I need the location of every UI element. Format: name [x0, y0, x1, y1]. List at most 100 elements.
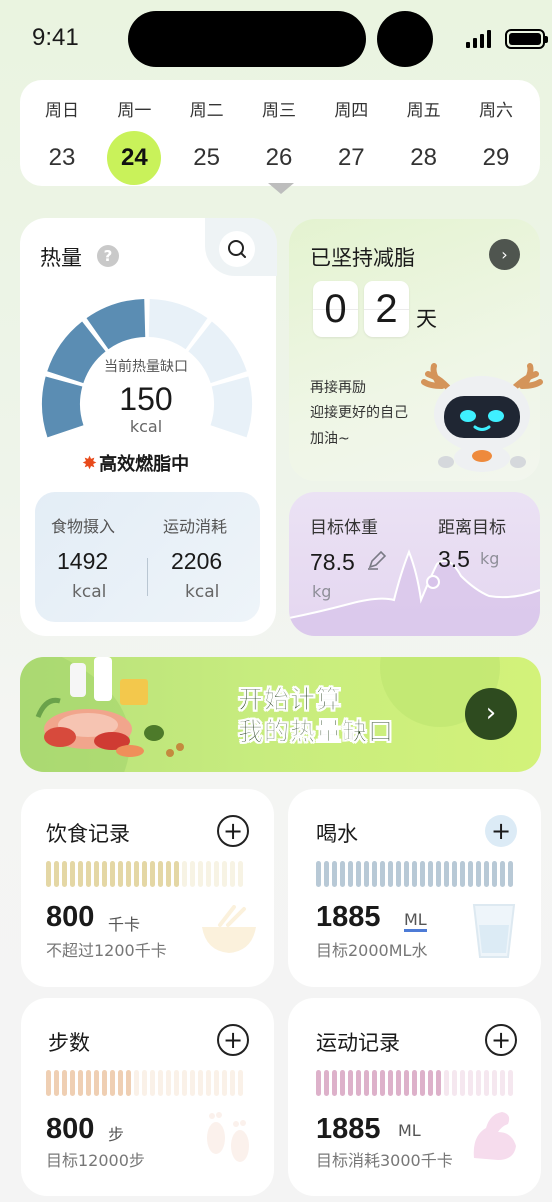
progress-bar-segment [364, 1070, 369, 1096]
day-sun[interactable]: 周日 23 [30, 80, 94, 186]
robot-deer-mascot-icon [421, 363, 543, 472]
diet-unit: 千卡 [108, 915, 141, 934]
gauge-unit: kcal [129, 417, 163, 436]
progress-bar-segment [54, 1070, 59, 1096]
gauge-segment [210, 376, 253, 438]
progress-bar-segment [316, 861, 321, 887]
progress-bar-segment [206, 861, 211, 887]
progress-bar-segment [86, 1070, 91, 1096]
day-wed[interactable]: 周三 26 [247, 80, 311, 186]
exercise-value: 1885 [316, 1113, 381, 1145]
exercise-unit: ML [398, 1121, 421, 1140]
day-fri[interactable]: 周五 28 [392, 80, 456, 186]
progress-bar-segment [198, 1070, 203, 1096]
day-name: 周五 [406, 101, 441, 121]
progress-bar-segment [166, 1070, 171, 1096]
food-intake-value: 1492 [57, 548, 109, 574]
progress-bar-segment [238, 861, 243, 887]
progress-bar-segment [142, 1070, 147, 1096]
water-title: 喝水 [316, 822, 358, 846]
gauge-label: 当前热量缺口 [104, 359, 188, 375]
progress-bar-segment [102, 861, 107, 887]
add-diet-button[interactable]: + [217, 815, 249, 847]
progress-bar-segment [198, 861, 203, 887]
progress-bar-segment [500, 1070, 505, 1096]
day-date-selected: 24 [107, 131, 162, 185]
progress-bar-segment [332, 1070, 337, 1096]
day-name: 周六 [478, 101, 513, 121]
water-unit: ML [404, 911, 427, 932]
steps-value: 800 [46, 1113, 95, 1145]
progress-bar-segment [468, 861, 473, 887]
steps-progress-bars [46, 1070, 243, 1096]
progress-bar-segment [94, 861, 99, 887]
exercise-title: 运动记录 [316, 1031, 400, 1055]
progress-bar-segment [348, 1070, 353, 1096]
progress-bar-segment [428, 861, 433, 887]
days-digit-tens: 0 [313, 281, 358, 337]
gauge-value: 150 [119, 381, 173, 417]
progress-bar-segment [62, 861, 67, 887]
progress-bar-segment [54, 861, 59, 887]
expand-calendar-chevron-icon[interactable] [268, 183, 294, 194]
diet-value: 800 [46, 901, 95, 933]
day-mon[interactable]: 周一 24 [102, 80, 166, 186]
target-weight-unit: kg [312, 582, 332, 601]
day-tue[interactable]: 周二 25 [175, 80, 239, 186]
progress-bar-segment [94, 1070, 99, 1096]
progress-bar-segment [206, 1070, 211, 1096]
progress-bar-segment [492, 861, 497, 887]
progress-bar-segment [150, 1070, 155, 1096]
divider [147, 558, 148, 596]
progress-bar-segment [388, 1070, 393, 1096]
food-intake-unit: kcal [72, 582, 107, 602]
day-name: 周二 [189, 101, 224, 121]
search-button[interactable] [219, 231, 255, 267]
water-value: 1885 [316, 901, 381, 933]
plus-icon: + [490, 817, 512, 845]
help-icon[interactable]: ? [97, 245, 119, 267]
edit-pencil-icon[interactable] [366, 549, 388, 571]
progress-bar-segment [230, 1070, 235, 1096]
water-glass-icon [472, 904, 516, 958]
progress-bar-segment [452, 861, 457, 887]
start-calculation-button[interactable]: › [465, 688, 517, 740]
exercise-burn-value: 2206 [171, 548, 223, 574]
progress-bar-segment [436, 861, 441, 887]
progress-bar-segment [174, 861, 179, 887]
days-digit-ones: 2 [364, 281, 409, 337]
exercise-burn-unit: kcal [185, 582, 220, 602]
day-date: 23 [48, 144, 76, 171]
exercise-progress-bars [316, 1070, 513, 1096]
progress-bar-segment [508, 1070, 513, 1096]
bowl-icon [202, 905, 256, 953]
food-intake-label: 食物摄入 [51, 517, 116, 536]
week-calendar: 周日 23 周一 24 周二 25 周三 26 周四 27 周五 28 周六 29 [20, 80, 540, 186]
footprints-icon [207, 1112, 249, 1162]
add-water-button[interactable]: + [485, 815, 517, 847]
day-thu[interactable]: 周四 27 [319, 80, 383, 186]
progress-bar-segment [182, 1070, 187, 1096]
progress-bar-segment [46, 1070, 51, 1096]
progress-bar-segment [420, 861, 425, 887]
progress-bar-segment [396, 861, 401, 887]
progress-bar-segment [468, 1070, 473, 1096]
diet-progress-bars [46, 861, 243, 887]
progress-bar-segment [476, 861, 481, 887]
progress-bar-segment [452, 1070, 457, 1096]
day-sat[interactable]: 周六 29 [464, 80, 528, 186]
add-steps-button[interactable]: + [217, 1024, 249, 1056]
progress-bar-segment [134, 1070, 139, 1096]
status-time: 9:41 [32, 24, 79, 51]
add-exercise-button[interactable]: + [485, 1024, 517, 1056]
exercise-burn-label: 运动消耗 [163, 517, 228, 536]
steps-unit: 步 [108, 1125, 125, 1144]
diet-title: 饮食记录 [46, 822, 130, 846]
persist-detail-button[interactable]: › [489, 239, 520, 270]
progress-bar-segment [460, 1070, 465, 1096]
burst-icon: ✸ [82, 452, 98, 474]
progress-bar-segment [70, 861, 75, 887]
progress-bar-segment [174, 1070, 179, 1096]
progress-bar-segment [364, 861, 369, 887]
progress-bar-segment [356, 861, 361, 887]
